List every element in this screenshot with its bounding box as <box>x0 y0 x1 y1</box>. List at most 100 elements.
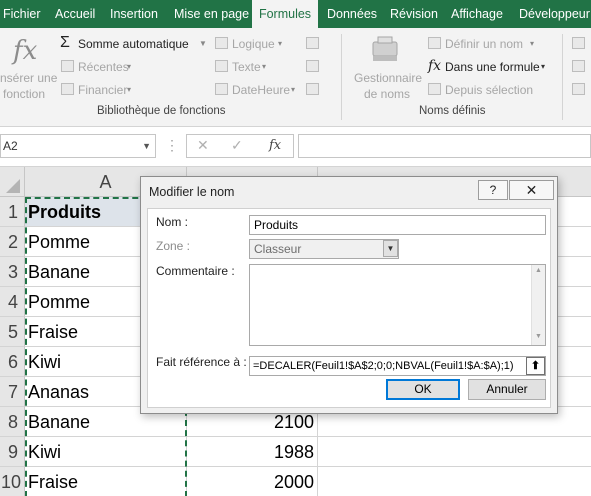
cancel-entry-icon[interactable]: ✕ <box>197 137 209 154</box>
text-icon <box>215 60 228 72</box>
table-cell[interactable]: 1988 <box>187 437 318 467</box>
name-manager-icon <box>372 36 398 61</box>
name-box-value: A2 <box>3 139 18 153</box>
help-button[interactable]: ? <box>478 180 508 200</box>
name-manager-line2: de noms <box>364 87 411 101</box>
row-header[interactable]: 10 <box>0 467 25 496</box>
book-icon <box>61 83 74 95</box>
close-button[interactable]: ✕ <box>509 180 554 200</box>
calendar-icon <box>215 83 228 95</box>
table-cell[interactable]: 2000 <box>187 467 318 496</box>
chevron-down-icon: ▾ <box>291 85 296 94</box>
cancel-button[interactable]: Annuler <box>468 379 546 400</box>
scope-select[interactable]: Classeur <box>249 239 399 259</box>
row-header[interactable]: 6 <box>0 347 25 377</box>
table-cell[interactable] <box>318 437 591 467</box>
refers-to-input[interactable]: =DECALER(Feuil1!$A$2;0;0;NBVAL(Feuil1!$A… <box>249 356 546 376</box>
chevron-down-icon: ▾ <box>127 62 132 71</box>
logical-icon <box>215 37 228 49</box>
tab-donnees[interactable]: Données <box>327 0 377 28</box>
sigma-icon: Σ <box>60 34 70 51</box>
chevron-down-icon: ▾ <box>262 62 267 71</box>
select-all-corner[interactable] <box>0 167 25 197</box>
insert-function-line1: nsérer une <box>0 71 58 85</box>
comment-textarea[interactable] <box>249 264 546 346</box>
trace-precedents-icon[interactable] <box>572 37 585 49</box>
defined-names-group-label: Noms définis <box>419 105 486 117</box>
splitter-handle[interactable]: ⋮ <box>165 137 179 154</box>
tab-formules[interactable]: Formules <box>252 0 318 28</box>
name-box[interactable]: A2 ▼ <box>0 134 156 158</box>
remove-arrows-icon[interactable] <box>572 83 585 95</box>
tab-developpeur[interactable]: Développeur <box>519 0 590 28</box>
group-divider <box>562 34 563 120</box>
collapse-dialog-icon[interactable]: ⬆ <box>526 357 545 375</box>
scroll-up-icon[interactable]: ▲ <box>532 267 545 274</box>
scroll-down-icon[interactable]: ▼ <box>532 333 545 340</box>
math-icon[interactable] <box>306 60 319 72</box>
row-header[interactable]: 4 <box>0 287 25 317</box>
ribbon-formules: fx nsérer une fonction Σ Somme automatiq… <box>0 28 591 127</box>
table-cell[interactable] <box>318 467 591 496</box>
dialog-title: Modifier le nom <box>149 185 235 199</box>
row-header[interactable]: 2 <box>0 227 25 257</box>
name-input[interactable]: Produits <box>249 215 546 235</box>
text-label: Texte <box>232 60 261 74</box>
lookup-icon[interactable] <box>306 37 319 49</box>
chevron-down-icon: ▾ <box>127 85 132 94</box>
formula-bar-buttons: ✕ ✓ fx <box>186 134 294 158</box>
insert-function-line2: fonction <box>3 87 46 101</box>
name-label: Nom : <box>156 215 189 229</box>
confirm-entry-icon[interactable]: ✓ <box>231 137 243 154</box>
row-header[interactable]: 9 <box>0 437 25 467</box>
chevron-down-icon: ▼ <box>199 39 207 48</box>
formula-bar: A2 ▼ ⋮ ✕ ✓ fx <box>0 127 591 167</box>
row-header[interactable]: 7 <box>0 377 25 407</box>
function-library-group-label: Bibliothèque de fonctions <box>97 105 226 117</box>
insert-function-icon[interactable]: fx <box>269 138 281 153</box>
dialog-body: Nom : Produits Zone : Classeur ▼ Comment… <box>147 208 551 408</box>
logical-label: Logique <box>232 37 275 51</box>
tab-affichage[interactable]: Affichage <box>451 0 503 28</box>
comment-label: Commentaire : <box>156 264 235 278</box>
table-cell[interactable]: Fraise <box>25 467 187 496</box>
formula-input[interactable] <box>298 134 591 158</box>
chevron-down-icon[interactable]: ▼ <box>383 240 398 257</box>
fx-small-icon: fx <box>428 58 442 74</box>
group-divider <box>341 34 342 120</box>
table-cell[interactable]: Kiwi <box>25 437 187 467</box>
autosum-label: Somme automatique <box>78 37 189 51</box>
select-all-triangle-icon <box>6 179 20 193</box>
tab-fichier[interactable]: Fichier <box>3 0 41 28</box>
row-header[interactable]: 3 <box>0 257 25 287</box>
row-header[interactable]: 1 <box>0 197 25 227</box>
chevron-down-icon[interactable]: ▼ <box>142 135 151 157</box>
define-name-label: Définir un nom <box>445 37 524 51</box>
tag-icon <box>428 37 441 49</box>
create-from-selection-label: Depuis sélection <box>445 83 534 97</box>
comment-scrollbar[interactable]: ▲ ▼ <box>531 265 545 345</box>
ribbon-tab-bar: Fichier Accueil Insertion Mise en page F… <box>0 0 591 28</box>
name-manager-line1: Gestionnaire <box>354 71 423 85</box>
row-header[interactable]: 8 <box>0 407 25 437</box>
scope-label: Zone : <box>156 239 191 253</box>
use-in-formula-label: Dans une formule <box>445 60 540 74</box>
row-header[interactable]: 5 <box>0 317 25 347</box>
financial-label: Financier <box>78 83 128 97</box>
edit-name-dialog: Modifier le nom ? ✕ Nom : Produits Zone … <box>140 176 558 414</box>
chevron-down-icon: ▾ <box>530 39 535 48</box>
tab-revision[interactable]: Révision <box>390 0 438 28</box>
refers-to-label: Fait référence à : <box>156 355 247 369</box>
datetime-label: DateHeure <box>232 83 291 97</box>
trace-dependents-icon[interactable] <box>572 60 585 72</box>
chevron-down-icon: ▾ <box>541 62 546 71</box>
tab-insertion[interactable]: Insertion <box>110 0 158 28</box>
table-icon <box>428 83 441 95</box>
ok-button[interactable]: OK <box>386 379 460 400</box>
chevron-down-icon: ▾ <box>278 39 283 48</box>
more-functions-icon[interactable] <box>306 83 319 95</box>
recent-label: Récentes <box>78 60 129 74</box>
tab-mise-en-page[interactable]: Mise en page <box>174 0 249 28</box>
tab-accueil[interactable]: Accueil <box>55 0 95 28</box>
fx-icon: fx <box>13 36 38 66</box>
